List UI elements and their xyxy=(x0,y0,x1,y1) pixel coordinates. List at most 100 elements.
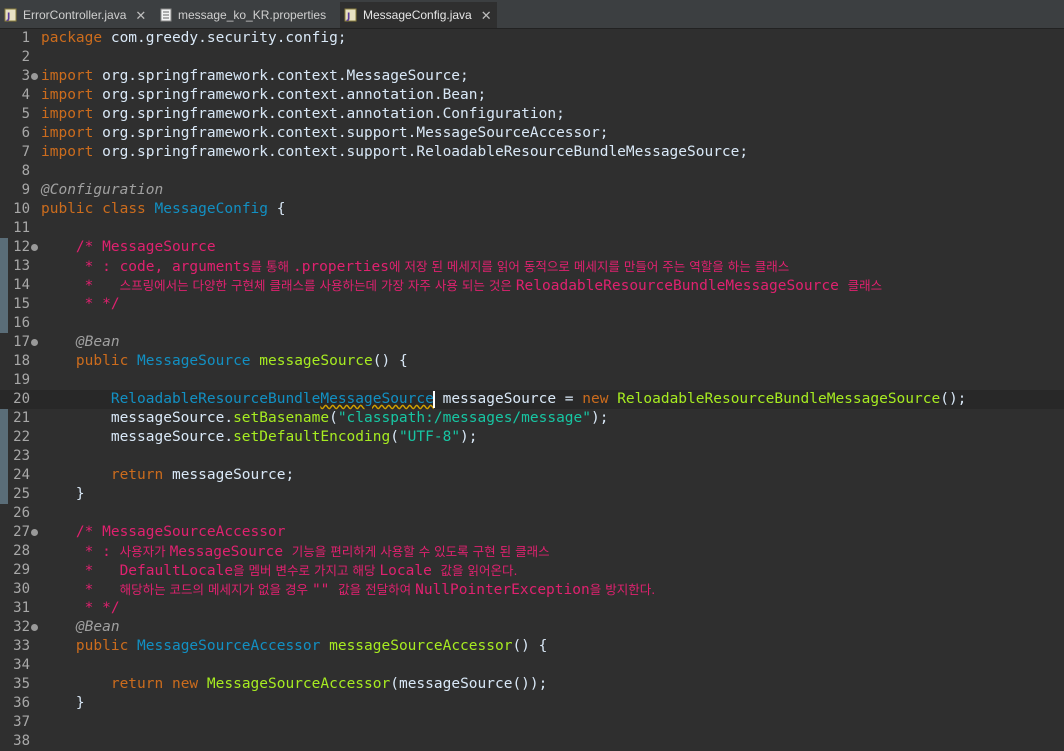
code-token: MessageSource xyxy=(137,353,251,369)
code-line[interactable]: 4 import org.springframework.context.anno… xyxy=(0,86,1064,105)
line-number: 19 xyxy=(13,372,30,388)
code-token: * : xyxy=(41,544,120,560)
code-line[interactable]: 31 * */ xyxy=(0,599,1064,618)
code-token: Locale xyxy=(379,563,441,579)
code-line[interactable]: 29 * DefaultLocale을 멤버 변수로 가지고 해당 Locale… xyxy=(0,561,1064,580)
tab-error-controller[interactable]: J ErrorController.java ✕ xyxy=(0,2,150,28)
code-line[interactable]: 35 return new MessageSourceAccessor(mess… xyxy=(0,675,1064,694)
fold-toggle-icon[interactable] xyxy=(31,339,38,346)
code-line[interactable]: 23 xyxy=(0,447,1064,466)
code-line[interactable]: 18 public MessageSource messageSource() … xyxy=(0,352,1064,371)
code-line[interactable]: 9 @Configuration xyxy=(0,181,1064,200)
code-token: MessageSource xyxy=(169,544,292,560)
code-token: * xyxy=(41,582,120,598)
code-line[interactable]: 7 import org.springframework.context.supp… xyxy=(0,143,1064,162)
code-line[interactable]: 15 * */ xyxy=(0,295,1064,314)
code-token: "UTF-8" xyxy=(398,429,461,445)
code-token: new xyxy=(582,391,609,407)
line-number: 23 xyxy=(13,448,30,464)
code-token: 값을 전달하여 xyxy=(338,582,416,597)
code-editor[interactable]: 1 package com.greedy.security.config; 2 3 im… xyxy=(0,29,1064,751)
close-icon[interactable]: ✕ xyxy=(481,9,492,22)
code-text: import org.springframework.context.annot… xyxy=(41,86,486,105)
code-line[interactable]: 36 } xyxy=(0,694,1064,713)
code-token: org.springframework.context.MessageSourc… xyxy=(93,68,469,84)
code-line[interactable]: 17 @Bean xyxy=(0,333,1064,352)
code-line[interactable]: 26 xyxy=(0,504,1064,523)
code-token: { xyxy=(268,201,286,217)
code-token: MessageSourceAccessor xyxy=(137,638,321,654)
code-line[interactable]: 22 messageSource.setDefaultEncoding("UTF… xyxy=(0,428,1064,447)
code-token: @Bean xyxy=(75,334,120,350)
line-number: 9 xyxy=(21,182,30,198)
line-number: 1 xyxy=(21,30,30,46)
code-line[interactable]: 8 xyxy=(0,162,1064,181)
line-number: 4 xyxy=(21,87,30,103)
code-line[interactable]: 28 * : 사용자가 MessageSource 기능을 편리하게 사용할 수… xyxy=(0,542,1064,561)
code-line[interactable]: 1 package com.greedy.security.config; xyxy=(0,29,1064,48)
code-line[interactable]: 12 /* MessageSource xyxy=(0,238,1064,257)
code-line[interactable]: 37 xyxy=(0,713,1064,732)
code-text: import org.springframework.context.annot… xyxy=(41,105,565,124)
line-number: 13 xyxy=(13,258,30,274)
tab-message-properties[interactable]: message_ko_KR.properties xyxy=(155,2,335,28)
code-line[interactable]: 14 * 스프링에서는 다양한 구현체 클래스를 사용하는데 가장 자주 사용 … xyxy=(0,276,1064,295)
code-token: org.springframework.context.annotation.C… xyxy=(93,106,565,122)
tab-message-config[interactable]: J MessageConfig.java ✕ xyxy=(340,2,497,28)
code-text: import org.springframework.context.Messa… xyxy=(41,67,469,86)
code-line[interactable]: 5 import org.springframework.context.anno… xyxy=(0,105,1064,124)
code-line[interactable]: 20 ReloadableResourceBundleMessageSource… xyxy=(0,390,1064,409)
code-line[interactable]: 33 public MessageSourceAccessor messageS… xyxy=(0,637,1064,656)
code-line[interactable]: 32 @Bean xyxy=(0,618,1064,637)
code-line[interactable]: 21 messageSource.setBasename("classpath:… xyxy=(0,409,1064,428)
code-line[interactable]: 6 import org.springframework.context.supp… xyxy=(0,124,1064,143)
code-line[interactable]: 3 import org.springframework.context.Mess… xyxy=(0,67,1064,86)
code-token: messageSource = xyxy=(433,391,583,407)
code-text: messageSource.setDefaultEncoding("UTF-8"… xyxy=(41,428,478,447)
line-number: 36 xyxy=(13,695,30,711)
line-number: 32 xyxy=(13,619,30,635)
code-line[interactable]: 24 return messageSource; xyxy=(0,466,1064,485)
svg-text:J: J xyxy=(6,12,10,22)
code-text: import org.springframework.context.suppo… xyxy=(41,124,608,143)
code-line[interactable]: 13 * : code, arguments를 통해 .properties에 … xyxy=(0,257,1064,276)
code-line[interactable]: 11 xyxy=(0,219,1064,238)
code-line[interactable]: 10 public class MessageConfig { xyxy=(0,200,1064,219)
fold-toggle-icon[interactable] xyxy=(31,73,38,80)
line-number: 26 xyxy=(13,505,30,521)
line-number: 8 xyxy=(21,163,30,179)
code-line[interactable]: 27 /* MessageSourceAccessor xyxy=(0,523,1064,542)
code-text: @Configuration xyxy=(41,181,163,200)
code-line[interactable]: 34 xyxy=(0,656,1064,675)
code-token: public xyxy=(75,638,129,654)
code-token: import xyxy=(41,87,94,103)
svg-text:J: J xyxy=(346,12,350,22)
code-line[interactable]: 16 xyxy=(0,314,1064,333)
tab-label: MessageConfig.java xyxy=(363,8,472,22)
code-line[interactable]: 19 xyxy=(0,371,1064,390)
code-token: import xyxy=(41,68,94,84)
fold-toggle-icon[interactable] xyxy=(31,624,38,631)
code-text: @Bean xyxy=(41,618,120,637)
code-token: setDefaultEncoding xyxy=(233,429,391,445)
code-token: setBasename xyxy=(233,410,330,426)
code-token: MessageConfig xyxy=(154,201,269,217)
code-token: 을 멤버 변수로 가지고 해당 xyxy=(233,563,380,578)
code-line[interactable]: 25 } xyxy=(0,485,1064,504)
code-token: (); xyxy=(940,391,967,407)
code-token: return xyxy=(110,676,164,692)
fold-toggle-icon[interactable] xyxy=(31,529,38,536)
code-token: org.springframework.context.support.Relo… xyxy=(93,144,749,160)
code-text: } xyxy=(41,694,85,713)
code-line[interactable]: 38 xyxy=(0,732,1064,751)
close-icon[interactable]: ✕ xyxy=(135,9,146,22)
line-number: 18 xyxy=(13,353,30,369)
code-line[interactable]: 30 * 해당하는 코드의 메세지가 없을 경우 "" 값을 전달하여 Null… xyxy=(0,580,1064,599)
fold-toggle-icon[interactable] xyxy=(31,244,38,251)
code-token: ); xyxy=(591,410,609,426)
code-line[interactable]: 2 xyxy=(0,48,1064,67)
